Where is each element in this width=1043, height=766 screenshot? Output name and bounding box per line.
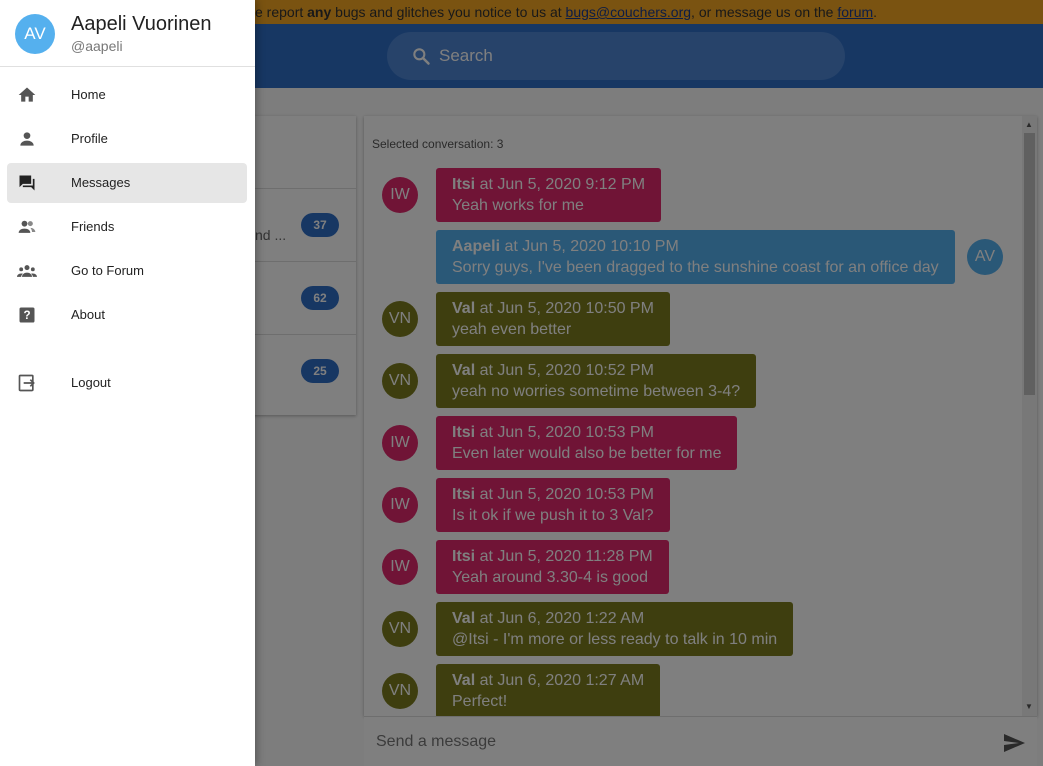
nav-item-forum[interactable]: Go to Forum [7, 251, 247, 291]
nav-item-friends[interactable]: Friends [7, 207, 247, 247]
svg-text:?: ? [23, 309, 30, 322]
nav-item-logout[interactable]: Logout [7, 363, 247, 403]
nav-item-profile[interactable]: Profile [7, 119, 247, 159]
drawer-header: AV Aapeli Vuorinen @aapeli [0, 0, 255, 67]
navigation-drawer: AV Aapeli Vuorinen @aapeli Home Profile … [0, 0, 255, 766]
nav-item-label: Friends [71, 219, 115, 234]
nav-item-home[interactable]: Home [7, 75, 247, 115]
nav-item-label: About [71, 307, 105, 322]
nav-item-label: Logout [71, 375, 111, 390]
nav-item-label: Home [71, 87, 106, 102]
nav-item-messages[interactable]: Messages [7, 163, 247, 203]
user-handle: @aapeli [71, 38, 123, 54]
nav-item-label: Profile [71, 131, 108, 146]
friends-icon [18, 220, 36, 233]
nav-item-label: Messages [71, 175, 131, 190]
logout-icon [18, 374, 35, 392]
avatar: AV [15, 14, 55, 54]
help-icon: ? [19, 307, 35, 323]
person-icon [20, 132, 34, 146]
home-icon [18, 87, 36, 102]
user-name: Aapeli Vuorinen [71, 13, 212, 35]
chat-icon [19, 175, 35, 191]
nav-item-about[interactable]: ? About [7, 295, 247, 335]
nav-item-label: Go to Forum [71, 263, 144, 278]
group-icon [17, 265, 37, 277]
